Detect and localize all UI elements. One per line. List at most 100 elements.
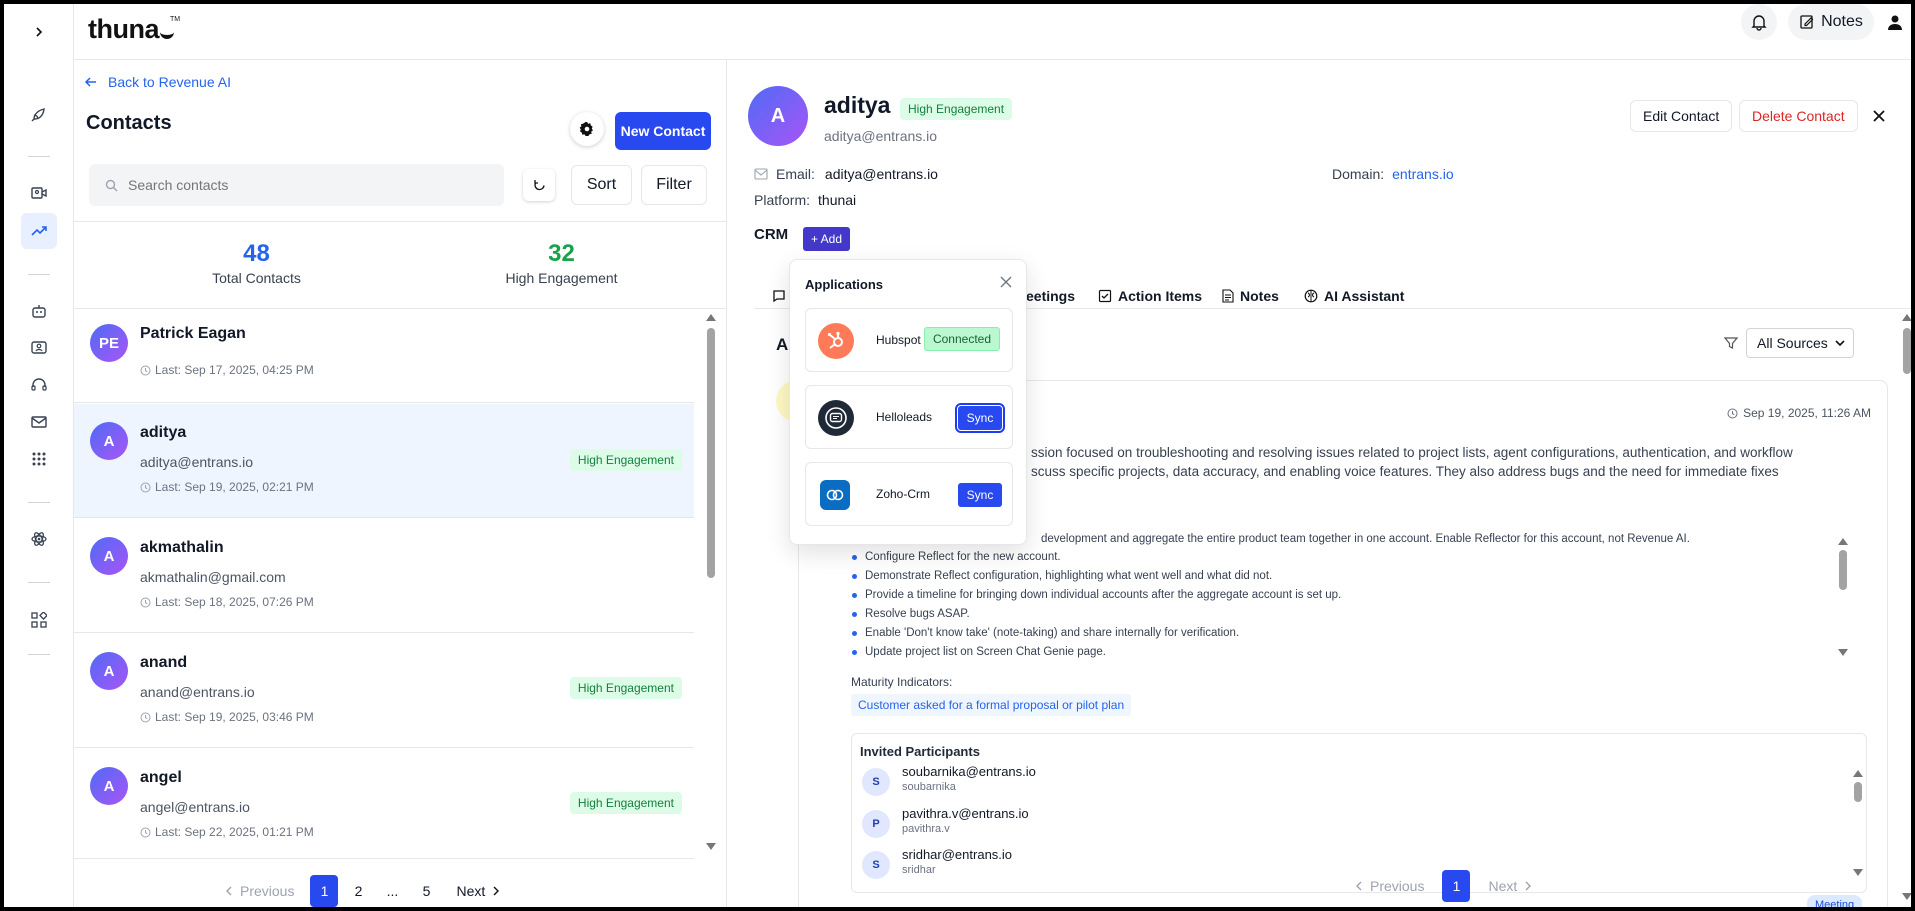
contacts-panel: Back to Revenue AI Contacts New Contact … [74,60,727,907]
contact-row-anand[interactable]: A anand anand@entrans.io Last: Sep 19, 2… [74,634,694,748]
tab-notes[interactable]: Notes [1222,284,1279,308]
new-contact-button[interactable]: New Contact [615,112,711,150]
back-link[interactable]: Back to Revenue AI [84,74,231,90]
next-label: Next [456,883,486,899]
sources-select[interactable]: All Sources [1746,328,1854,358]
scroll-thumb[interactable] [1854,782,1862,802]
detail-scrollbar[interactable] [1901,312,1911,902]
participant-avatar: S [862,768,890,796]
avatar: A [90,652,128,690]
prev-page-button[interactable]: Previous [224,883,294,899]
participants-scrollbar[interactable] [1852,768,1864,878]
domain-field: Domain: entrans.io [1332,166,1454,182]
rail-item-ai[interactable] [21,521,57,557]
scroll-thumb[interactable] [707,328,715,578]
contact-email: anand@entrans.io [140,684,255,700]
clock-icon [140,597,151,607]
close-detail-button[interactable] [1871,108,1887,124]
scroll-thumb[interactable] [1839,550,1847,590]
rail-item-meetings[interactable] [21,175,57,211]
bot-icon [32,305,46,318]
rail-item-apps[interactable] [21,441,57,477]
sort-button[interactable]: Sort [571,165,632,205]
chat-user-icon [31,341,47,354]
avatar: A [90,537,128,575]
scroll-down-icon [706,843,716,850]
next-page-button[interactable]: Next [1488,878,1533,894]
app-name: Zoho-Crm [876,487,931,501]
contact-row-aditya[interactable]: A aditya aditya@entrans.io Last: Sep 19,… [74,404,694,518]
scroll-thumb[interactable] [1903,328,1911,374]
platform-value: thunai [818,192,857,208]
profile-button[interactable] [1880,4,1910,40]
contact-name: Patrick Eagan [140,325,246,342]
last-activity-text: Last: Sep 19, 2025, 03:46 PM [155,710,314,724]
delete-contact-button[interactable]: Delete Contact [1739,100,1858,132]
sync-zoho-crm-button[interactable]: Sync [958,483,1002,507]
filter-button[interactable]: Filter [641,165,707,205]
search-icon [105,179,118,191]
page-1-button[interactable]: 1 [1442,870,1471,902]
contact-row-patrick-eagan[interactable]: PE Patrick Eagan Last: Sep 17, 2025, 04:… [74,309,694,403]
refresh-button[interactable] [523,169,555,201]
chevron-right-icon [36,27,43,37]
logo-text: thuna [88,14,160,44]
tab-meetings[interactable]: eetings [1026,284,1075,308]
page-2-button[interactable]: 2 [344,875,372,907]
filter-sources-icon-button[interactable] [1724,336,1738,350]
contact-name-heading: aditya [824,92,891,118]
email-field: Email: aditya@entrans.io [754,166,938,182]
tab-ai-assistant[interactable]: AI Assistant [1304,284,1404,308]
contact-row-akmathalin[interactable]: A akmathalin akmathalin@gmail.com Last: … [74,519,694,633]
stat-high-engagement: 32 High Engagement [474,240,649,286]
mail-icon [31,416,47,428]
engagement-badge: High Engagement [569,792,682,814]
rail-item-chat[interactable] [21,330,57,366]
maturity-tag: Customer asked for a formal proposal or … [851,694,1132,716]
page-1-button[interactable]: 1 [310,875,339,907]
tab-action-items[interactable]: Action Items [1098,284,1202,308]
edit-contact-button[interactable]: Edit Contact [1630,100,1733,132]
sync-helloleads-button[interactable]: Sync [955,403,1005,433]
scroll-down-icon [1902,893,1911,900]
page-5-button[interactable]: 5 [412,875,440,907]
rail-item-email[interactable] [21,404,57,440]
expand-sidebar-button[interactable] [21,14,57,50]
domain-link[interactable]: entrans.io [1392,166,1453,182]
contact-last-activity: Last: Sep 18, 2025, 07:26 PM [140,595,314,609]
notifications-button[interactable] [1741,4,1777,40]
close-popover-button[interactable] [1000,276,1012,288]
engagement-badge: High Engagement [900,98,1013,120]
prev-page-button[interactable]: Previous [1354,878,1424,894]
tab-activity[interactable] [772,284,786,308]
contact-avatar: A [748,86,808,146]
rail-item-integrations[interactable] [21,602,57,638]
rail-item-launch[interactable] [21,96,57,132]
tab-label: Notes [1240,288,1279,304]
contact-name: akmathalin [140,539,224,556]
activity-pagination: Previous 1 Next [1354,870,1533,902]
action-items-scrollbar[interactable] [1837,536,1849,658]
platform-label: Platform: [754,192,811,208]
contact-row-angel[interactable]: A angel angel@entrans.io Last: Sep 22, 2… [74,749,694,859]
rail-item-revenue[interactable] [21,213,57,249]
notes-button[interactable]: Notes [1788,4,1874,40]
search-box[interactable] [89,164,504,206]
action-item-text: Enable 'Don't know take' (note-taking) a… [865,627,1240,639]
logo-trademark: TM [170,16,181,23]
contact-email: akmathalin@gmail.com [140,569,286,585]
add-crm-button[interactable]: + Add [803,227,851,251]
rail-item-agents[interactable] [21,293,57,329]
contacts-scrollbar[interactable] [705,312,717,852]
app-window: thuna TM Notes Back to Revenue AI Contac… [4,4,1911,907]
rail-divider [28,274,50,275]
action-item-text: Provide a timeline for bringing down ind… [865,589,1342,601]
settings-button[interactable] [570,112,604,146]
search-input[interactable] [128,177,488,193]
rail-item-support[interactable] [21,367,57,403]
app-logo[interactable]: thuna TM [88,14,180,45]
tab-label: Action Items [1118,288,1203,304]
rail-divider [28,654,50,655]
next-page-button[interactable]: Next [456,883,501,899]
rail-divider [28,156,50,157]
